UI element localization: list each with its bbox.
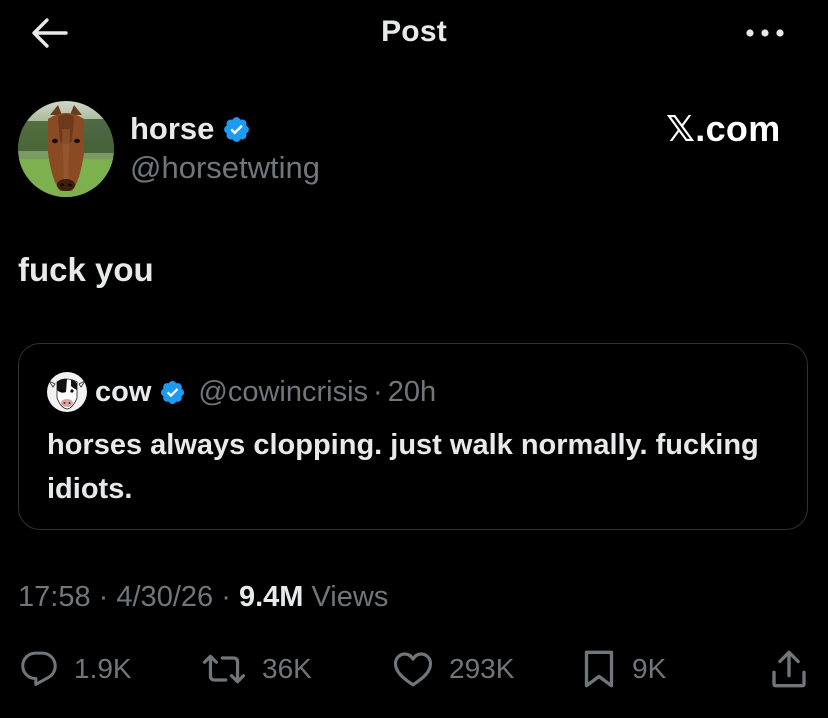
post-date: 4/30/26 — [116, 581, 214, 613]
reply-button[interactable]: 1.9K — [20, 646, 132, 692]
quoted-post-header: cow @cowincrisis · 20h — [95, 373, 436, 411]
author-name[interactable]: horse — [130, 111, 214, 147]
reply-count: 1.9K — [74, 653, 132, 684]
quoted-post-text: horses always clopping. just walk normal… — [47, 429, 759, 505]
bookmark-count: 9K — [632, 653, 667, 684]
separator-dot: · — [98, 581, 109, 613]
views-count[interactable]: 9.4M — [239, 581, 303, 613]
share-button[interactable] — [770, 646, 808, 692]
post-time: 17:58 — [18, 581, 91, 613]
more-options-button[interactable] — [744, 20, 786, 46]
like-count: 293K — [449, 653, 515, 684]
quoted-author-handle[interactable]: @cowincrisis — [198, 376, 368, 409]
quoted-post-card[interactable]: cow @cowincrisis · 20h horses always clo… — [18, 343, 808, 530]
quoted-post-time: 20h — [387, 375, 437, 408]
bookmark-icon — [584, 650, 614, 688]
bookmark-button[interactable]: 9K — [582, 646, 666, 692]
post-meta: 17:58 · 4/30/26 · 9.4M Views — [18, 581, 388, 614]
repost-icon — [202, 654, 246, 684]
author-name-row[interactable]: horse — [130, 109, 251, 149]
heart-icon — [393, 652, 433, 687]
page-title: Post — [381, 15, 447, 48]
top-bar: Post — [0, 0, 828, 68]
verified-badge-icon — [224, 116, 250, 142]
repost-count: 36K — [262, 653, 312, 684]
more-dots-icon — [746, 29, 784, 37]
reply-icon — [21, 651, 57, 686]
post-text: fuck you — [18, 251, 154, 288]
views-label: Views — [311, 581, 389, 613]
action-bar: 1.9K 36K 293K 9K — [0, 640, 828, 700]
share-icon — [772, 650, 806, 688]
verified-badge-icon — [161, 380, 185, 404]
like-button[interactable]: 293K — [393, 646, 514, 692]
author-handle[interactable]: @horsetwting — [130, 150, 320, 186]
x-com-watermark: 𝕏.com — [666, 108, 781, 149]
author-avatar[interactable] — [18, 101, 114, 197]
separator-dot: · — [221, 581, 231, 613]
horse-avatar-image — [18, 101, 114, 197]
cow-avatar-image — [47, 372, 87, 412]
separator-dot: · — [373, 375, 383, 408]
quoted-author-name[interactable]: cow — [95, 376, 151, 409]
repost-button[interactable]: 36K — [202, 646, 312, 692]
quoted-author-avatar[interactable] — [47, 372, 87, 412]
